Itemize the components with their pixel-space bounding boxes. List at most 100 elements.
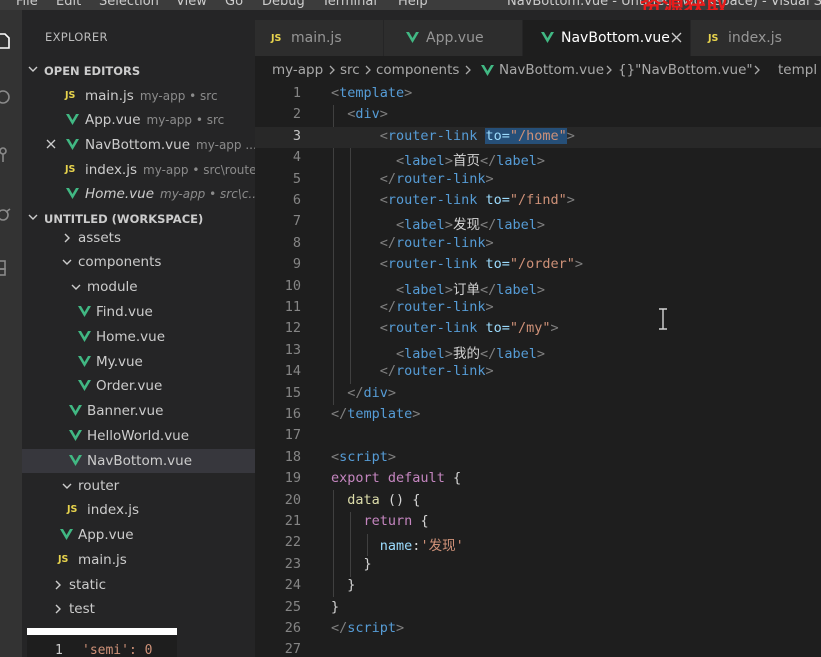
vue-file-icon [66, 114, 79, 125]
code-line[interactable]: 11 </router-link> [255, 298, 821, 319]
menu-selection[interactable]: Selection [99, 0, 159, 9]
extensions-icon[interactable] [0, 258, 12, 276]
code-line[interactable]: 19 export default { [255, 469, 821, 490]
workspace-label: UNTITLED (WORKSPACE) [44, 212, 204, 226]
code-line[interactable]: 16 </template> [255, 405, 821, 426]
code-line[interactable]: 14 </router-link> [255, 362, 821, 383]
tree-file[interactable]: App.vue [22, 523, 255, 547]
open-editor-name: App.vue [85, 112, 141, 128]
code-line[interactable]: 18 <script> [255, 448, 821, 469]
search-icon[interactable] [0, 89, 12, 107]
open-editor-item[interactable]: JS index.js my-app • src\router [22, 158, 255, 182]
tree-file[interactable]: My.vue [22, 350, 255, 374]
popup-code: 'semi': 0 [82, 643, 153, 657]
open-editor-path: my-app • src [139, 89, 218, 103]
menu-terminal[interactable]: Terminal [322, 0, 377, 9]
tree-folder-static[interactable]: static [22, 573, 255, 597]
debug-icon[interactable] [0, 205, 12, 223]
menu-go[interactable]: Go [225, 0, 243, 9]
line-number: 3 [292, 127, 301, 144]
tree-folder-module[interactable]: module [22, 275, 255, 299]
code-text: </template> [331, 406, 421, 422]
breadcrumb-item[interactable]: templ [778, 62, 817, 78]
menu-debug[interactable]: Debug [262, 0, 305, 9]
explorer-icon[interactable] [0, 32, 12, 50]
open-editor-name: Home.vue [85, 186, 155, 202]
source-control-icon[interactable] [0, 146, 12, 164]
open-editor-item[interactable]: NavBottom.vue my-app ... [22, 133, 255, 157]
breadcrumb-item[interactable]: src [340, 62, 360, 78]
code-line[interactable]: 20 data () { [255, 491, 821, 512]
breadcrumb-item[interactable]: NavBottom.vue [499, 62, 604, 78]
code-editor[interactable]: 1 <template> 2 <div> 3 <router-link to="/ho… [255, 84, 821, 657]
tree-file[interactable]: JS main.js [22, 548, 255, 572]
code-line[interactable]: 2 <div> [255, 105, 821, 126]
breadcrumb-item[interactable]: components [376, 62, 459, 78]
tree-file[interactable]: HelloWorld.vue [22, 424, 255, 448]
code-line[interactable]: 9 <router-link to="/order"> [255, 255, 821, 276]
tree-file[interactable]: Order.vue [22, 374, 255, 398]
code-line[interactable]: 17 [255, 426, 821, 447]
open-editor-item[interactable]: App.vue my-app • src [22, 108, 255, 132]
code-line[interactable]: 15 </div> [255, 384, 821, 405]
line-number: 18 [284, 448, 301, 465]
tree-folder-assets[interactable]: assets [22, 226, 255, 250]
code-line[interactable]: 27 [255, 640, 821, 657]
menu-edit[interactable]: Edit [56, 0, 81, 9]
code-text: data () { [347, 491, 421, 508]
code-line[interactable]: 10 <label>订单</label> [255, 277, 821, 298]
line-number: 27 [284, 641, 301, 657]
tab-index-js[interactable]: JS index.js [691, 20, 821, 56]
tree-folder-router[interactable]: router [22, 474, 255, 498]
code-line[interactable]: 5 </router-link> [255, 170, 821, 191]
tree-folder-components[interactable]: components [22, 250, 255, 274]
code-line[interactable]: 26 </script> [255, 619, 821, 640]
open-editors-header[interactable]: OPEN EDITORS [22, 60, 255, 82]
code-line[interactable]: 13 <label>我的</label> [255, 341, 821, 362]
code-line[interactable]: 1 <template> [255, 84, 821, 105]
code-line[interactable]: 3 <router-link to="/home"> [255, 126, 821, 149]
close-icon[interactable] [46, 139, 56, 149]
line-number: 22 [284, 534, 301, 551]
code-line[interactable]: 8 </router-link> [255, 234, 821, 255]
open-editor-item[interactable]: Home.vue my-app • src\c... [22, 182, 255, 206]
menu-file[interactable]: File [16, 0, 38, 9]
vue-file-icon [78, 356, 91, 367]
tree-file[interactable]: JS index.js [22, 498, 255, 522]
line-number: 16 [284, 406, 301, 422]
menu-view[interactable]: View [176, 0, 207, 9]
tree-file[interactable]: Home.vue [22, 325, 255, 349]
tree-file[interactable]: Banner.vue [22, 399, 255, 423]
code-line[interactable]: 4 <label>首页</label> [255, 148, 821, 169]
code-text: </router-link> [379, 170, 494, 187]
line-number: 26 [284, 620, 301, 636]
code-line[interactable]: 25} [255, 598, 821, 619]
code-line[interactable]: 24 } [255, 576, 821, 597]
open-editor-name: main.js [85, 88, 134, 104]
code-text: </script> [331, 620, 405, 636]
code-line[interactable]: 7 <label>发现</label> [255, 212, 821, 233]
code-text: <label>我的</label> [396, 345, 545, 362]
js-file-icon: JS [708, 33, 719, 44]
menu-help[interactable]: Help [398, 0, 428, 9]
code-line[interactable]: 12 <router-link to="/my"> [255, 319, 821, 340]
tab-label: index.js [728, 30, 782, 46]
code-line[interactable]: 23 } [255, 555, 821, 576]
open-editor-name: index.js [85, 162, 138, 178]
tab-main-js[interactable]: JS main.js [255, 20, 384, 56]
code-line[interactable]: 21 return { [255, 512, 821, 533]
open-editor-item[interactable]: JS main.js my-app • src [22, 84, 255, 108]
tree-folder-test[interactable]: test [22, 597, 255, 621]
js-file-icon: JS [67, 504, 78, 515]
vue-file-icon [406, 32, 419, 43]
code-line[interactable]: 22 name:'发现' [255, 533, 821, 554]
tree-item-label: index.js [87, 502, 140, 518]
code-line[interactable]: 6 <router-link to="/find"> [255, 191, 821, 212]
tree-file-selected[interactable]: NavBottom.vue [22, 449, 255, 473]
tree-file[interactable]: Find.vue [22, 300, 255, 324]
breadcrumb-item[interactable]: my-app [272, 62, 323, 78]
tab-navbottom-vue[interactable]: NavBottom.vue [523, 20, 691, 56]
close-icon[interactable] [671, 32, 682, 43]
breadcrumb-item[interactable]: {}"NavBottom.vue" [618, 62, 753, 78]
tab-app-vue[interactable]: App.vue [384, 20, 523, 56]
